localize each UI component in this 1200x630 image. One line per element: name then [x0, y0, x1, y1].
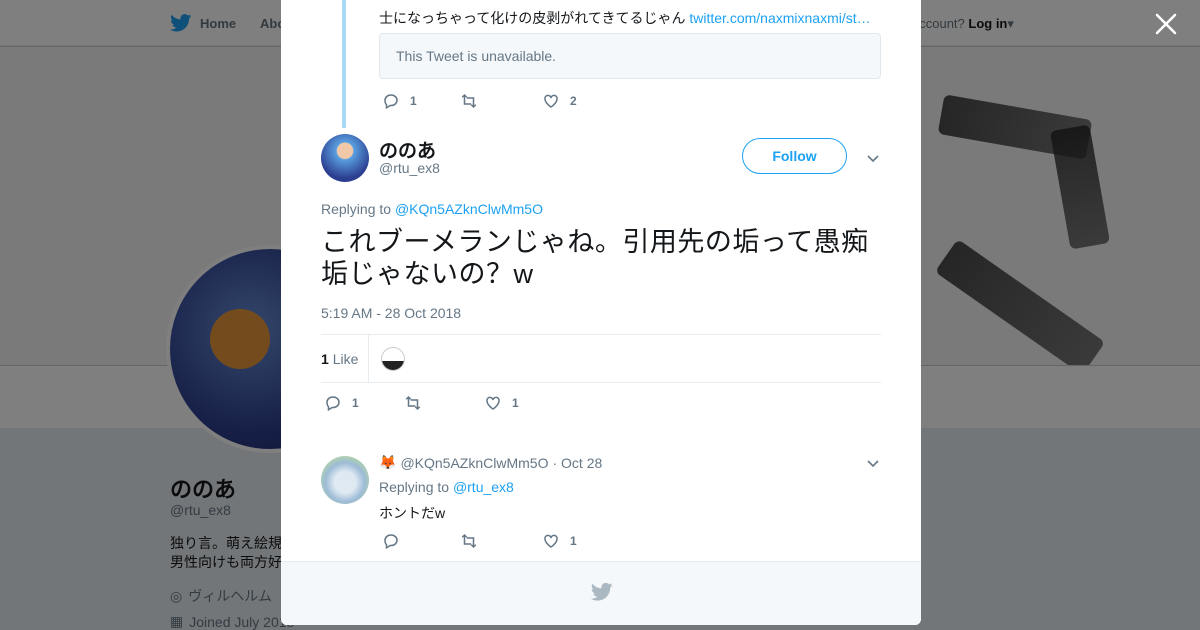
reply-tweet-header: 🦊 @KQn5AZknClwMm5O · Oct 28 — [379, 454, 602, 471]
like-button[interactable]: 1 — [542, 532, 577, 550]
reply-button[interactable] — [382, 532, 460, 550]
reply-count: 1 — [352, 396, 359, 410]
reply-button[interactable]: 1 — [324, 394, 404, 412]
like-count: 1 — [570, 534, 577, 548]
tweet-stats: 1 Like — [321, 334, 881, 383]
parent-tweet-actions: 1 2 — [382, 92, 577, 110]
like-button[interactable]: 1 — [484, 394, 519, 412]
reply-tweet-handle[interactable]: @KQn5AZknClwMm5O — [400, 455, 548, 471]
liker-avatar[interactable] — [381, 347, 405, 371]
parent-tweet-text-line: 士になっちゃって化けの皮剥がれてきてるじゃん — [379, 10, 686, 26]
main-tweet-actions: 1 1 — [324, 394, 519, 412]
reply-tweet-actions: 1 — [382, 532, 577, 550]
main-tweet-replying-to: Replying to @KQn5AZknClwMm5O — [321, 201, 543, 217]
main-tweet-handle[interactable]: @rtu_ex8 — [379, 160, 440, 176]
replying-prefix: Replying to — [379, 479, 450, 495]
reply-icon — [326, 396, 340, 412]
reply-icon — [384, 94, 398, 110]
likes-stat[interactable]: 1 Like — [321, 351, 358, 367]
retweet-icon — [461, 93, 477, 109]
reply-tweet-avatar[interactable] — [321, 456, 369, 504]
follow-button[interactable]: Follow — [742, 138, 847, 174]
retweet-icon — [461, 533, 477, 549]
reply-tweet-date[interactable]: · Oct 28 — [552, 455, 602, 471]
reply-tweet-replying-to: Replying to @rtu_ex8 — [379, 479, 514, 495]
main-tweet-text: これブーメランじゃね。引用先の垢って愚痴垢じゃないの？w — [321, 227, 869, 289]
replying-prefix: Replying to — [321, 201, 392, 217]
parent-tweet-hidden-line — [379, 0, 879, 8]
like-button[interactable]: 2 — [542, 92, 577, 110]
replying-handle-link[interactable]: @rtu_ex8 — [453, 479, 514, 495]
fox-emoji: 🦊 — [379, 454, 397, 470]
like-count: 2 — [570, 94, 577, 108]
heart-icon — [486, 396, 500, 410]
heart-icon — [544, 94, 558, 108]
retweet-button[interactable] — [460, 92, 542, 110]
retweet-button[interactable] — [404, 394, 484, 412]
replying-handle-link[interactable]: @KQn5AZknClwMm5O — [395, 201, 543, 217]
main-tweet-name[interactable]: ののあ — [379, 136, 436, 163]
stats-divider — [368, 335, 369, 382]
twitter-bird-icon[interactable] — [591, 581, 613, 603]
quoted-tweet-unavailable: This Tweet is unavailable. — [379, 33, 881, 79]
likes-stat-label: Like — [332, 351, 359, 367]
main-tweet-timestamp[interactable]: 5:19 AM - 28 Oct 2018 — [321, 305, 461, 321]
reply-icon — [384, 534, 398, 550]
heart-icon — [544, 534, 558, 548]
parent-tweet-text: 士になっちゃって化けの皮剥がれてきてるじゃん twitter.com/naxmi… — [379, 0, 879, 28]
reply-button[interactable]: 1 — [382, 92, 460, 110]
retweet-icon — [405, 395, 421, 411]
conversation-thread-line — [342, 0, 346, 128]
chevron-down-icon[interactable] — [865, 150, 881, 166]
likes-stat-count: 1 — [321, 351, 329, 367]
reply-tweet-text: ホントだw — [379, 505, 446, 521]
chevron-down-icon[interactable] — [865, 455, 881, 471]
parent-tweet-link[interactable]: twitter.com/naxmixnaxmi/st… — [689, 10, 870, 26]
reply-count: 1 — [410, 94, 417, 108]
like-count: 1 — [512, 396, 519, 410]
tweet-modal: 士になっちゃって化けの皮剥がれてきてるじゃん twitter.com/naxmi… — [281, 0, 921, 625]
main-tweet-avatar[interactable] — [321, 134, 369, 182]
retweet-button[interactable] — [460, 532, 542, 550]
modal-footer — [281, 561, 921, 625]
close-icon[interactable] — [1152, 10, 1180, 38]
